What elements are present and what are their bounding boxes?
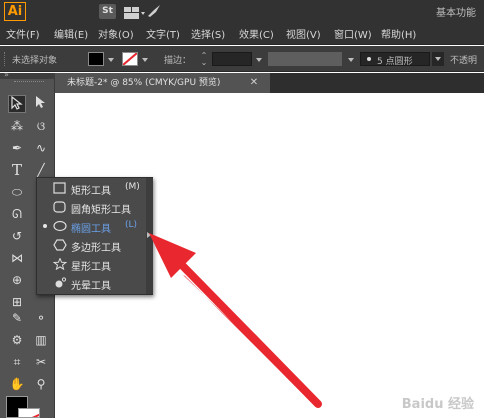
symbol-sprayer-tool[interactable]: ⚙ [8, 331, 26, 349]
control-bar: 未选择对象 描边： ⌃ ⌄ 5 点圆形 不透明 [0, 46, 484, 72]
selection-tool[interactable] [8, 95, 26, 113]
ellipse-icon [53, 220, 67, 232]
stock-button[interactable]: St [99, 4, 116, 19]
shape-builder-tool[interactable]: ⊕ [8, 271, 26, 289]
flyout-item-star[interactable]: 星形工具 [37, 255, 154, 274]
menu-type[interactable]: 文字(T) [146, 26, 180, 41]
toolbar-grip [14, 81, 44, 84]
eyedropper-tool[interactable]: ✎ [8, 309, 26, 327]
flyout-item-ellipse[interactable]: 椭圆工具 (L) [37, 217, 154, 236]
curvature-tool[interactable]: ∿ [32, 139, 50, 157]
rotate-tool[interactable]: ↺ [8, 227, 26, 245]
selection-status: 未选择对象 [12, 56, 58, 66]
menu-bar: 文件(F) 编辑(E) 对象(O) 文字(T) 选择(S) 效果(C) 视图(V… [0, 23, 484, 45]
flyout-item-rectangle[interactable]: 矩形工具 (M) [37, 179, 154, 198]
flyout-label: 多边形工具 [71, 243, 121, 254]
stroke-weight-dropdown-icon[interactable] [256, 58, 262, 62]
flyout-item-polygon[interactable]: 多边形工具 [37, 236, 154, 255]
lasso-tool[interactable]: ଓ [32, 117, 50, 135]
magic-wand-tool[interactable]: ⁂ [8, 117, 26, 135]
zoom-tool[interactable]: ⚲ [32, 375, 50, 393]
ellipse-tool[interactable]: ⬭ [8, 183, 26, 201]
hand-tool[interactable]: ✋ [8, 375, 26, 393]
shape-tools-flyout: 矩形工具 (M) 圆角矩形工具 椭圆工具 (L) 多边形工具 星形工具 光晕工具 [36, 177, 153, 295]
arrange-documents-icon[interactable] [124, 5, 145, 19]
menu-window[interactable]: 窗口(W) [334, 26, 372, 41]
stroke-weight-stepper[interactable]: ⌃ ⌄ [199, 52, 209, 67]
fill-swatch[interactable] [88, 52, 104, 66]
rounded-rectangle-icon [53, 201, 67, 213]
stroke-label: 描边： [164, 56, 192, 66]
tearoff-arrow-icon [147, 232, 151, 238]
menu-edit[interactable]: 编辑(E) [54, 26, 88, 41]
document-tab[interactable]: 未标题-2* @ 85% (CMYK/GPU 预览) [55, 73, 270, 93]
flyout-label: 光晕工具 [71, 281, 111, 292]
variable-width-profile[interactable] [268, 52, 342, 66]
flyout-label: 圆角矩形工具 [71, 205, 131, 216]
workspace-switcher[interactable]: 基本功能 [436, 4, 476, 19]
polygon-icon [53, 239, 67, 251]
document-tab-title: 未标题-2* @ 85% (CMYK/GPU 预览) [67, 78, 221, 88]
width-tool[interactable]: ⋈ [8, 249, 26, 267]
flyout-shortcut: (L) [125, 220, 138, 230]
flyout-item-flare[interactable]: 光晕工具 [37, 274, 154, 293]
brush-dropdown-icon [435, 57, 441, 61]
pen-tool[interactable]: ✒ [8, 139, 26, 157]
star-icon [52, 257, 68, 271]
slice-tool[interactable]: ✂ [32, 353, 50, 371]
document-tab-bar: 未标题-2* @ 85% (CMYK/GPU 预览) ✕ [55, 73, 484, 93]
toolbar-collapse-icon[interactable]: » [4, 70, 9, 79]
menu-view[interactable]: 视图(V) [286, 26, 321, 41]
active-tool-bullet [43, 224, 47, 228]
opacity-label[interactable]: 不透明 [450, 53, 477, 66]
column-graph-tool[interactable]: ▥ [32, 331, 50, 349]
flyout-item-rounded-rectangle[interactable]: 圆角矩形工具 [37, 198, 154, 217]
menu-help[interactable]: 帮助(H) [381, 26, 416, 41]
menu-select[interactable]: 选择(S) [191, 26, 225, 41]
stroke-dropdown-icon[interactable] [142, 58, 148, 62]
stroke-weight-input[interactable] [212, 52, 252, 66]
flyout-shortcut: (M) [125, 182, 140, 192]
brush-definition[interactable]: 5 点圆形 [360, 52, 430, 67]
menu-file[interactable]: 文件(F) [6, 26, 40, 41]
close-icon[interactable]: ✕ [247, 76, 261, 90]
profile-dropdown-icon[interactable] [348, 58, 354, 62]
menu-effect[interactable]: 效果(C) [239, 26, 274, 41]
brush-label: 5 点圆形 [377, 57, 413, 67]
title-bar: Ai St 基本功能 [0, 0, 484, 23]
paintbrush-tool[interactable]: ᘏ [8, 205, 26, 223]
flyout-tearoff-tab[interactable] [146, 178, 153, 294]
gpu-performance-icon[interactable] [146, 3, 162, 19]
brush-dropdown-button[interactable] [432, 52, 444, 66]
flyout-label: 星形工具 [71, 262, 111, 273]
menu-object[interactable]: 对象(O) [98, 26, 134, 41]
brush-dot-icon [367, 57, 371, 61]
watermark: Baidu 经验 [401, 397, 474, 412]
type-tool[interactable]: T [8, 161, 26, 179]
flyout-label: 椭圆工具 [71, 224, 111, 235]
control-bar-grip [4, 52, 7, 66]
flare-icon [53, 277, 67, 289]
app-logo-border [4, 2, 26, 21]
stroke-color-box[interactable] [18, 408, 40, 418]
stroke-swatch[interactable] [122, 52, 138, 66]
rectangle-icon [53, 182, 67, 194]
blend-tool[interactable]: ⚬ [32, 309, 50, 327]
direct-selection-tool[interactable] [32, 95, 50, 113]
artboard-tool[interactable]: ⌗ [8, 353, 26, 371]
flyout-label: 矩形工具 [71, 186, 111, 197]
fill-dropdown-icon[interactable] [108, 58, 114, 62]
